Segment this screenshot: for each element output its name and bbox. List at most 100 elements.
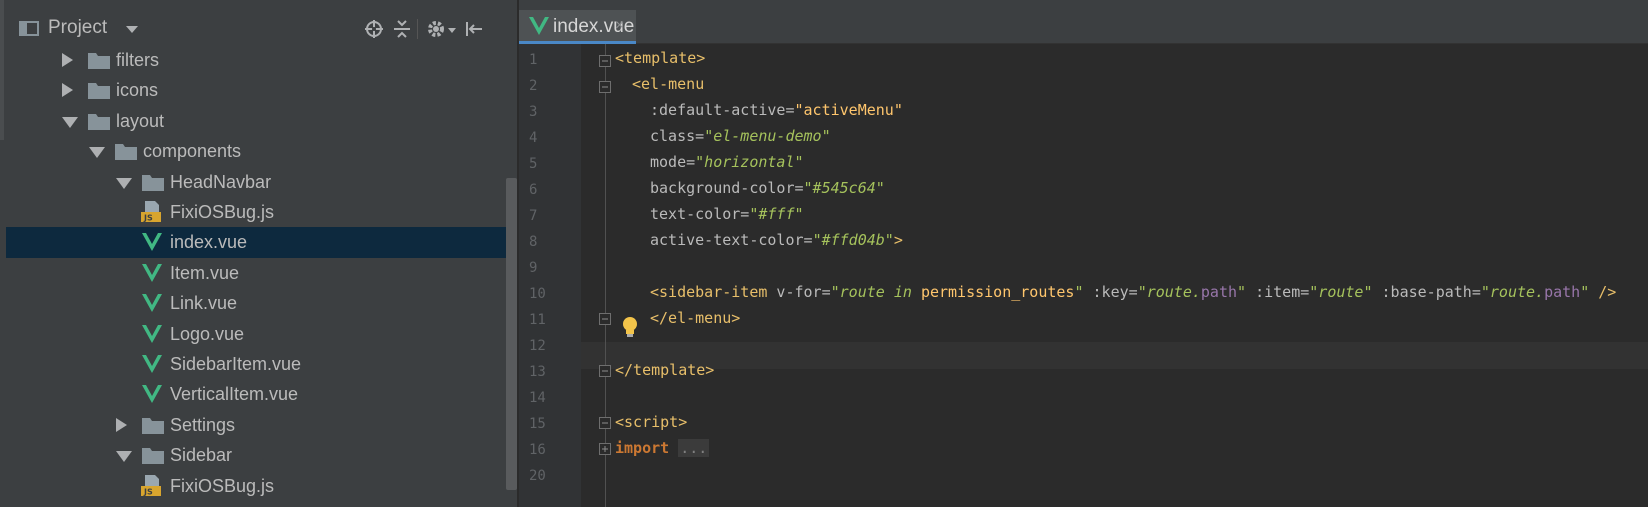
vue-file-icon xyxy=(142,385,162,404)
code-line-15: <script> xyxy=(615,413,688,431)
svg-text:JS: JS xyxy=(143,487,153,496)
code-line-2: <el-menu xyxy=(632,75,705,93)
tree-item[interactable]: index.vue xyxy=(6,227,517,259)
lightbulb-icon[interactable] xyxy=(621,316,639,338)
tree-item[interactable]: VerticalItem.vue xyxy=(6,379,517,410)
tree-item[interactable]: HeadNavbar xyxy=(6,167,517,198)
fold-collapse-icon[interactable] xyxy=(599,81,611,93)
vue-file-icon xyxy=(142,355,162,373)
line-number: 20 xyxy=(529,468,546,484)
folder-icon xyxy=(142,417,164,434)
js-file-icon: JS xyxy=(141,201,161,223)
chevron-down-icon[interactable] xyxy=(116,177,132,189)
line-number: 7 xyxy=(529,208,538,224)
gear-dropdown-icon[interactable] xyxy=(448,28,456,33)
chevron-down-icon[interactable] xyxy=(126,26,138,33)
vue-file-icon xyxy=(529,17,549,35)
fold-collapse-icon[interactable] xyxy=(599,365,611,377)
toolbar-divider xyxy=(417,19,418,39)
tree-item[interactable]: Sidebar xyxy=(6,440,517,471)
project-panel-header: Project xyxy=(6,12,517,46)
chevron-down-icon[interactable] xyxy=(89,147,105,159)
tree-scrollbar[interactable] xyxy=(506,178,517,490)
tree-item-label: filters xyxy=(116,50,160,70)
code-line-3: :default-active="activeMenu" xyxy=(650,101,903,119)
tool-strip-marker xyxy=(0,0,4,140)
current-line-highlight xyxy=(581,342,1648,369)
tree-item-label: FixiOSBug.js xyxy=(170,202,275,222)
tree-item[interactable]: Logo.vue xyxy=(6,319,517,350)
fold-guide xyxy=(605,44,606,507)
js-file-icon: JS xyxy=(141,474,161,496)
chevron-right-icon[interactable] xyxy=(62,53,73,67)
code-line-10: <sidebar-item v-for="route in permission… xyxy=(650,283,1617,301)
collapse-all-icon[interactable] xyxy=(392,19,412,39)
line-number: 5 xyxy=(529,156,538,172)
code-line-13: </template> xyxy=(615,361,715,379)
folder-icon xyxy=(142,174,164,191)
code-line-4: class="el-menu-demo" xyxy=(650,127,831,145)
tree-item-label: SidebarItem.vue xyxy=(170,354,302,374)
fold-collapse-icon[interactable] xyxy=(599,55,611,67)
tree-item-label: Item.vue xyxy=(170,262,240,283)
chevron-right-icon[interactable] xyxy=(116,417,127,432)
project-icon xyxy=(19,21,39,36)
line-number-gutter: 1 2 3 4 5 6 7 8 9 10 11 12 13 14 15 16 20 xyxy=(519,44,581,507)
locate-icon[interactable] xyxy=(364,19,384,39)
hide-panel-icon[interactable] xyxy=(464,19,484,39)
line-number: 15 xyxy=(529,416,546,432)
tree-item[interactable]: Link.vue xyxy=(6,288,517,319)
fold-collapse-icon[interactable] xyxy=(599,417,611,429)
vue-file-icon xyxy=(142,233,162,252)
tree-item-label: index.vue xyxy=(170,232,248,253)
tree-item[interactable]: components xyxy=(6,136,517,167)
tree-item-label: components xyxy=(143,141,242,162)
folder-icon xyxy=(115,144,137,161)
editor-area: index.vue × 1 2 3 4 5 6 7 8 9 10 11 12 13 14 15 16 20 <t… xyxy=(519,0,1648,507)
tree-item[interactable]: layout xyxy=(6,106,517,137)
code-line-5: mode="horizontal" xyxy=(650,153,804,171)
svg-text:JS: JS xyxy=(143,214,153,223)
line-number: 11 xyxy=(529,312,546,328)
line-number: 14 xyxy=(529,390,546,406)
tree-item[interactable]: filters xyxy=(6,45,517,76)
folder-icon xyxy=(88,53,110,69)
fold-collapse-icon[interactable] xyxy=(599,313,611,325)
tree-item[interactable]: Item.vue xyxy=(6,258,517,289)
folder-icon xyxy=(88,113,110,130)
line-number: 16 xyxy=(529,442,546,458)
tree-item[interactable]: JS FixiOSBug.js xyxy=(6,471,517,502)
tree-item-label: VerticalItem.vue xyxy=(170,384,299,405)
code-line-6: background-color="#545c64" xyxy=(650,179,885,197)
collapsed-code-block[interactable]: ... xyxy=(678,439,710,457)
line-number: 6 xyxy=(529,182,538,198)
project-panel-title[interactable]: Project xyxy=(48,17,107,39)
tree-item-label: Link.vue xyxy=(170,293,238,314)
close-icon[interactable]: × xyxy=(615,17,624,35)
code-line-1: <template> xyxy=(615,49,706,67)
code-line-8: active-text-color="#ffd04b"> xyxy=(650,231,903,249)
tree-item-label: icons xyxy=(116,80,159,101)
line-number: 3 xyxy=(529,104,538,120)
folder-icon xyxy=(88,83,110,100)
tree-item[interactable]: SidebarItem.vue xyxy=(6,349,517,380)
tree-item-label: Logo.vue xyxy=(170,323,245,344)
tree-item-label: Sidebar xyxy=(170,445,233,466)
chevron-down-icon[interactable] xyxy=(116,451,132,463)
fold-expand-icon[interactable] xyxy=(599,443,611,455)
chevron-right-icon[interactable] xyxy=(62,83,73,98)
tree-item-label: HeadNavbar xyxy=(170,171,272,192)
chevron-down-icon[interactable] xyxy=(62,116,78,128)
tree-item[interactable]: Settings xyxy=(6,410,517,441)
editor-tab-bar: index.vue × xyxy=(519,0,1648,44)
line-number: 9 xyxy=(529,260,538,276)
code-line-11: </el-menu> xyxy=(650,309,741,327)
tree-item-label: layout xyxy=(116,110,165,131)
tree-item[interactable]: icons xyxy=(6,75,517,106)
tab-index-vue[interactable]: index.vue × xyxy=(519,10,636,44)
line-number: 2 xyxy=(529,78,538,94)
line-number: 13 xyxy=(529,364,546,380)
tree-item[interactable]: JS FixiOSBug.js xyxy=(6,197,517,228)
code-line-7: text-color="#fff" xyxy=(650,205,804,223)
gear-icon[interactable] xyxy=(426,19,446,39)
